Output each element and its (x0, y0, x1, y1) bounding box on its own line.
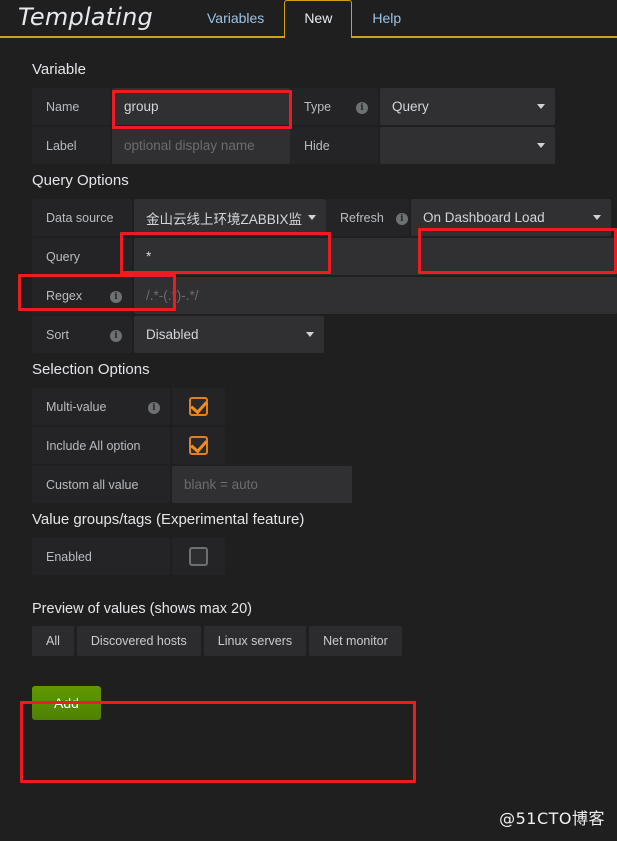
refresh-label-text: Refresh (340, 210, 384, 225)
page-header: Templating Variables New Help (0, 0, 617, 40)
refresh-select[interactable]: On Dashboard Load (411, 199, 611, 236)
preview-section: Preview of values (shows max 20) All Dis… (32, 601, 617, 656)
custom-all-input[interactable]: blank = auto (172, 466, 352, 503)
row-enabled: Enabled (32, 538, 617, 575)
chevron-down-icon (308, 215, 316, 220)
data-source-select[interactable]: 金山云线上环境ZABBIX监 (134, 199, 326, 236)
regex-label-text: Regex (46, 288, 83, 303)
row-data-source: Data source 金山云线上环境ZABBIX监 Refresh i On … (32, 199, 617, 236)
chevron-down-icon (537, 143, 545, 148)
watermark: @51CTO博客 (499, 809, 605, 828)
templating-page: Templating Variables New Help Variable N… (0, 0, 617, 841)
sort-select[interactable]: Disabled (134, 316, 324, 353)
chevron-down-icon (593, 215, 601, 220)
sort-label-text: Sort (46, 327, 69, 342)
sort-value: Disabled (146, 327, 199, 342)
type-info-icon[interactable]: i (344, 99, 368, 114)
type-select-value: Query (392, 99, 429, 114)
enabled-checkbox-cell[interactable] (172, 538, 225, 575)
selection-options-title: Selection Options (32, 361, 150, 378)
row-label: Label optional display name Hide (32, 127, 617, 164)
regex-info-icon[interactable]: i (98, 288, 122, 303)
tab-variables[interactable]: Variables (187, 0, 284, 38)
type-label-text: Type (304, 99, 332, 114)
include-all-label: Include All option (32, 427, 170, 464)
include-all-checkbox-cell[interactable] (172, 427, 225, 464)
enabled-checkbox[interactable] (189, 547, 208, 566)
multi-value-label: Multi-value i (32, 388, 170, 425)
hide-select[interactable] (380, 127, 555, 164)
selection-options-section: Multi-value i Include All option Custom … (32, 388, 617, 503)
refresh-value: On Dashboard Load (423, 210, 545, 225)
name-input[interactable]: group (112, 88, 290, 125)
preview-title: Preview of values (shows max 20) (32, 601, 252, 617)
sort-label: Sort i (32, 316, 132, 353)
preview-value-list: All Discovered hosts Linux servers Net m… (32, 626, 617, 656)
multi-value-label-text: Multi-value (46, 399, 107, 414)
preview-value-linux-servers[interactable]: Linux servers (203, 626, 307, 656)
hide-label-text: Hide (304, 138, 330, 153)
multi-value-checkbox-cell[interactable] (172, 388, 225, 425)
page-content: Variable Name group Type i Query Label o… (0, 38, 617, 720)
tab-bar: Variables New Help (187, 0, 421, 40)
row-custom-all-value: Custom all value blank = auto (32, 466, 617, 503)
query-input[interactable]: * (134, 238, 617, 275)
variable-section-title: Variable (32, 61, 86, 78)
add-button[interactable]: Add (32, 686, 101, 720)
data-source-label: Data source (32, 199, 132, 236)
name-label: Name (32, 88, 110, 125)
query-options-title: Query Options (32, 172, 129, 189)
row-include-all: Include All option (32, 427, 617, 464)
row-sort: Sort i Disabled (32, 316, 617, 353)
chevron-down-icon (306, 332, 314, 337)
custom-all-label: Custom all value (32, 466, 170, 503)
refresh-info-icon[interactable]: i (384, 210, 408, 225)
preview-value-net-monitor[interactable]: Net monitor (309, 626, 402, 656)
row-query: Query * (32, 238, 617, 275)
refresh-label: Refresh i (326, 199, 409, 236)
data-source-value: 金山云线上环境ZABBIX监 (146, 211, 303, 227)
regex-label: Regex i (32, 277, 132, 314)
value-groups-section: Enabled (32, 538, 617, 575)
multi-value-checkbox[interactable] (189, 397, 208, 416)
value-groups-title: Value groups/tags (Experimental feature) (32, 511, 305, 528)
tab-help[interactable]: Help (352, 0, 421, 38)
include-all-checkbox[interactable] (189, 436, 208, 455)
variable-section: Name group Type i Query Label optional d… (32, 88, 617, 164)
preview-value-discovered-hosts[interactable]: Discovered hosts (76, 626, 201, 656)
type-select[interactable]: Query (380, 88, 555, 125)
row-regex: Regex i /.*-(.*)-.*/ (32, 277, 617, 314)
label-input[interactable]: optional display name (112, 127, 290, 164)
page-title: Templating (18, 3, 153, 31)
label-label: Label (32, 127, 110, 164)
regex-input[interactable]: /.*-(.*)-.*/ (134, 277, 617, 314)
row-multi-value: Multi-value i (32, 388, 617, 425)
type-label: Type i (290, 88, 378, 125)
query-options-section: Data source 金山云线上环境ZABBIX监 Refresh i On … (32, 199, 617, 353)
row-name: Name group Type i Query (32, 88, 617, 125)
preview-value-all[interactable]: All (32, 626, 74, 656)
page-footer: Add (32, 686, 617, 720)
query-label: Query (32, 238, 132, 275)
chevron-down-icon (537, 104, 545, 109)
tab-new[interactable]: New (284, 0, 353, 40)
enabled-label: Enabled (32, 538, 170, 575)
sort-info-icon[interactable]: i (98, 327, 122, 342)
hide-label: Hide (290, 127, 378, 164)
multi-value-info-icon[interactable]: i (136, 399, 160, 414)
